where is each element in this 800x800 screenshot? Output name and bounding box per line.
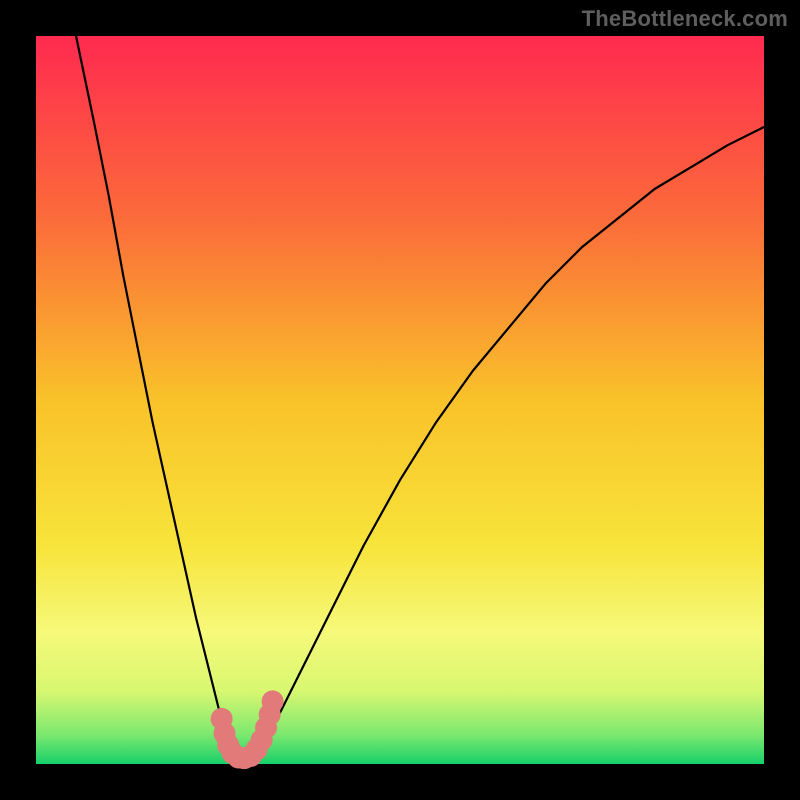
bottleneck-chart bbox=[0, 0, 800, 800]
plot-background bbox=[36, 36, 764, 764]
bottleneck-chart-container: TheBottleneck.com bbox=[0, 0, 800, 800]
optimal-marker bbox=[262, 690, 284, 712]
attribution-label: TheBottleneck.com bbox=[582, 6, 788, 32]
